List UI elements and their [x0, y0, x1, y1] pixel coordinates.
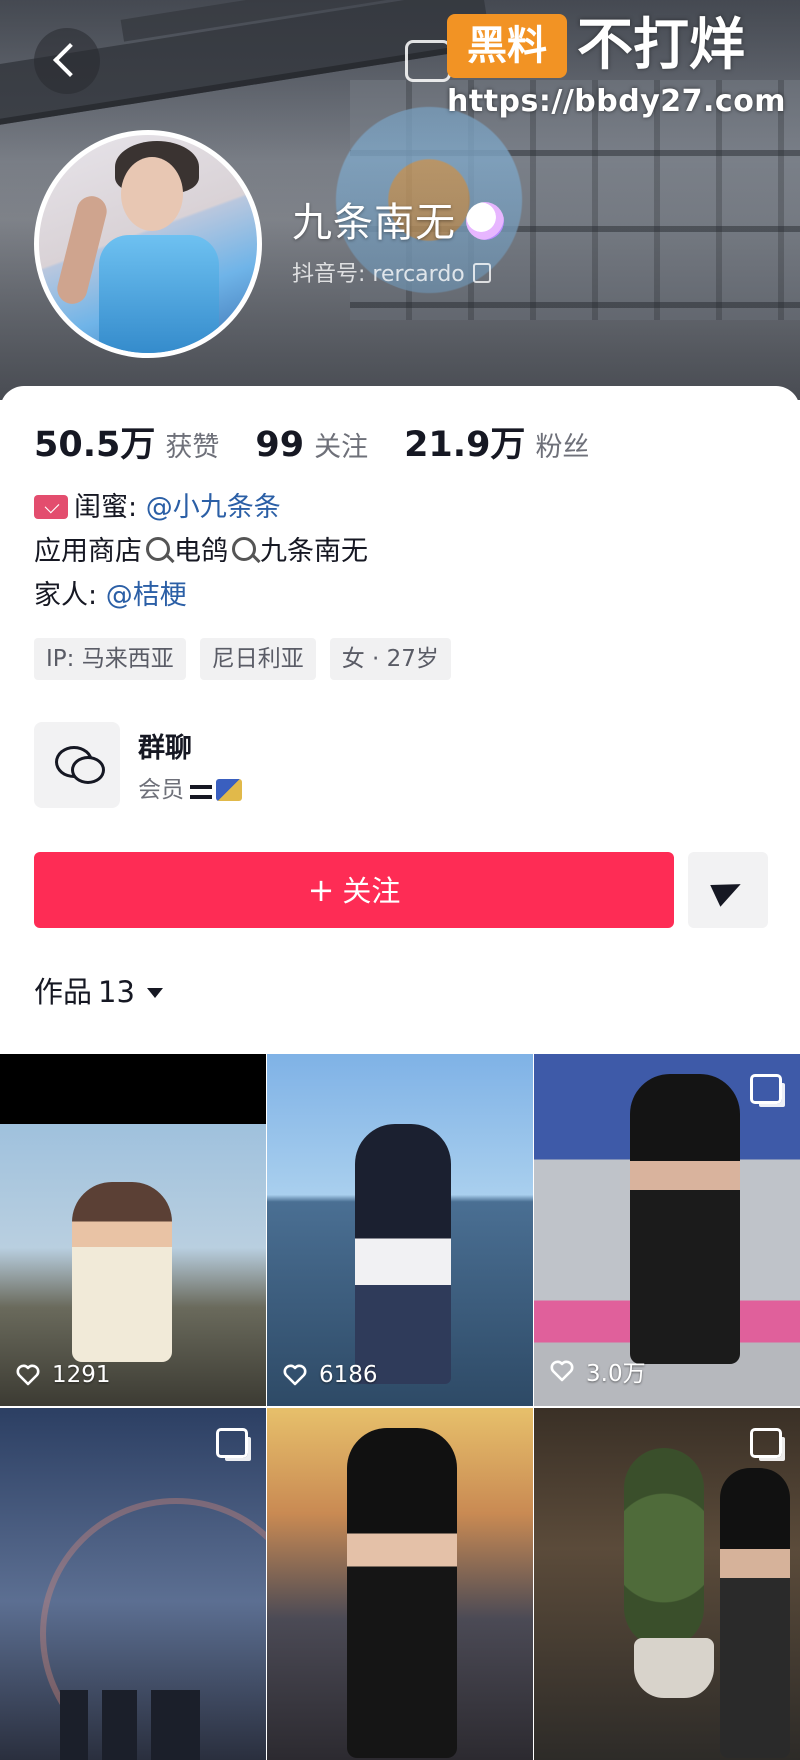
bio-mention-link[interactable]: @桔梗 — [106, 580, 187, 611]
stat-label: 关注 — [314, 432, 369, 463]
thumbnail-figure — [347, 1428, 457, 1758]
heart-outline-icon — [283, 1364, 307, 1386]
stat-likes: 50.5万 获赞 — [34, 416, 219, 467]
bio-line: 闺蜜: @小九条条 — [34, 486, 368, 530]
like-count-row: 3.0万 — [550, 1354, 646, 1388]
tag-gender-age: 女 · 27岁 — [329, 638, 451, 680]
watermark: 黑料 不打烊 https://bbdy27.com — [447, 10, 787, 120]
group-chat-icon-box — [34, 722, 120, 808]
avatar-figure — [99, 235, 219, 353]
message-button[interactable] — [688, 852, 768, 928]
video-thumbnail[interactable] — [0, 1408, 266, 1760]
group-chat-subtitle-text: 会员 — [138, 777, 184, 803]
stat-value: 50.5万 — [34, 425, 156, 465]
bio: 闺蜜: @小九条条 应用商店 电鸽 九条南无 家人: @桔梗 — [34, 486, 368, 618]
chat-bubble-icon — [71, 756, 105, 784]
follow-button-label: 关注 — [342, 874, 401, 908]
share-icon[interactable] — [405, 40, 451, 82]
stat-label: 粉丝 — [535, 432, 590, 463]
handle-value: rercardo — [372, 262, 465, 287]
search-icon — [232, 537, 256, 561]
profile-header: 黑料 不打烊 https://bbdy27.com 九条南无 抖音号: rerc… — [0, 0, 800, 400]
heart-outline-icon — [16, 1364, 40, 1386]
bio-text: 九条南无 — [260, 536, 368, 567]
unicorn-icon — [466, 202, 504, 240]
thumbnail-figure — [355, 1124, 451, 1384]
bio-line: 应用商店 电鸽 九条南无 — [34, 530, 368, 574]
video-thumbnail[interactable] — [534, 1408, 800, 1760]
equals-icon — [190, 785, 212, 799]
watermark-url: https://bbdy27.com — [447, 84, 787, 119]
back-button[interactable] — [34, 28, 100, 94]
thumbnail-figure — [72, 1182, 172, 1362]
tag-ip-location: IP: 马来西亚 — [34, 638, 186, 680]
video-thumbnail[interactable]: 1291 — [0, 1054, 266, 1406]
bio-text: 电鸽 — [174, 536, 228, 567]
stats-row: 50.5万 获赞 99 关注 21.9万 粉丝 — [34, 416, 625, 465]
stat-value: 21.9万 — [404, 425, 526, 465]
profile-name: 九条南无 — [292, 200, 456, 246]
tag-location: 尼日利亚 — [199, 638, 316, 680]
thumbnail-figure — [720, 1468, 790, 1758]
multi-image-icon — [216, 1428, 248, 1458]
video-thumbnail[interactable]: 6186 — [267, 1054, 533, 1406]
like-count-row: 1291 — [16, 1362, 111, 1388]
thumbnail-city — [60, 1690, 200, 1760]
avatar-figure — [121, 157, 183, 231]
like-count: 3.0万 — [586, 1361, 646, 1387]
group-chat-subtitle: 会员 — [138, 770, 242, 804]
multi-image-icon — [750, 1074, 782, 1104]
handle-row[interactable]: 抖音号: rercardo — [292, 256, 491, 288]
search-icon — [146, 537, 170, 561]
profile-tags: IP: 马来西亚 尼日利亚 女 · 27岁 — [34, 638, 465, 680]
thumbnail-figure — [630, 1074, 740, 1364]
stat-following[interactable]: 99 关注 — [255, 425, 368, 465]
video-thumbnail[interactable]: 3.0万 — [534, 1054, 800, 1406]
caret-down-icon — [146, 988, 163, 998]
handle-label: 抖音号: — [292, 262, 366, 287]
like-count: 1291 — [52, 1362, 111, 1388]
bio-mention-link[interactable]: @小九条条 — [146, 492, 281, 523]
works-count: 13 — [98, 975, 135, 1009]
chevron-left-icon — [53, 43, 87, 77]
multi-image-icon — [750, 1428, 782, 1458]
send-icon — [710, 873, 746, 907]
like-count: 6186 — [319, 1362, 378, 1388]
thumbnail-plant — [624, 1448, 704, 1648]
group-chat-entry[interactable]: 群聊 会员 — [34, 722, 634, 808]
stat-followers[interactable]: 21.9万 粉丝 — [404, 416, 589, 467]
thumbnail-pot — [634, 1638, 714, 1698]
satellite-icon — [216, 779, 242, 801]
love-letter-icon — [34, 495, 68, 519]
heart-outline-icon — [550, 1360, 574, 1382]
watermark-badge: 黑料 — [447, 14, 567, 78]
works-grid: 1291 6186 3.0万 — [0, 1054, 800, 1760]
group-chat-title: 群聊 — [138, 733, 192, 764]
avatar[interactable] — [34, 130, 262, 358]
copy-icon[interactable] — [472, 263, 491, 283]
works-tab-label: 作品 — [34, 975, 93, 1009]
follow-button[interactable]: + 关注 — [34, 852, 674, 928]
watermark-title: 不打烊 — [577, 13, 745, 78]
plus-icon: + — [307, 871, 335, 909]
video-thumbnail[interactable] — [267, 1408, 533, 1760]
tab-works[interactable]: 作品 13 — [34, 970, 163, 1014]
bio-prefix: 家人: — [34, 580, 98, 611]
stat-label: 获赞 — [165, 432, 220, 463]
bio-text: 应用商店 — [34, 536, 142, 567]
profile-name-row: 九条南无 — [292, 190, 504, 248]
like-count-row: 6186 — [283, 1362, 378, 1388]
stat-value: 99 — [255, 425, 305, 465]
bio-line: 家人: @桔梗 — [34, 574, 368, 618]
bio-prefix: 闺蜜: — [74, 492, 138, 523]
